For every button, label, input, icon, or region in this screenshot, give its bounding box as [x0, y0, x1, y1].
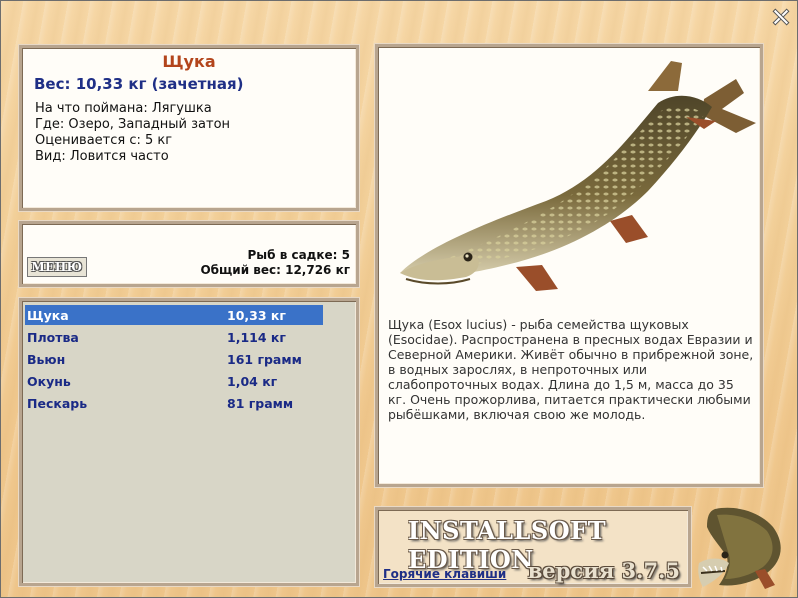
catch-list: Щука 10,33 кг Плотва 1,114 кг Вьюн 161 г…	[18, 297, 360, 587]
fish-description-text: Щука (Esox lucius) - рыба семейства щуко…	[388, 317, 754, 422]
menu-button[interactable]: МЕНЮ	[27, 257, 87, 277]
list-item[interactable]: Щука 10,33 кг	[25, 305, 323, 325]
list-item[interactable]: Вьюн 161 грамм	[25, 349, 323, 369]
version-label: версия 3.7.5	[527, 558, 680, 583]
view-line: Вид: Ловится часто	[35, 149, 169, 164]
location-line: Где: Озеро, Западный затон	[35, 117, 231, 132]
fish-weight-value: 1,114 кг	[227, 329, 286, 345]
fish-name: Пескарь	[27, 395, 88, 411]
catch-info-panel: Щука Вес: 10,33 кг (зачетная) На что пой…	[18, 44, 360, 212]
fish-name: Вьюн	[27, 351, 66, 367]
cage-panel: МЕНЮ Рыб в садке: 5 Общий вес: 12,726 кг	[18, 220, 360, 288]
game-window: Щука Вес: 10,33 кг (зачетная) На что пой…	[0, 0, 798, 598]
fish-count: Рыб в садке: 5	[247, 248, 351, 262]
fish-weight-value: 10,33 кг	[227, 307, 286, 323]
list-item[interactable]: Пескарь 81 грамм	[25, 393, 323, 413]
fish-weight: Вес: 10,33 кг (зачетная)	[34, 75, 244, 93]
pike-fish-illustration	[400, 61, 756, 291]
footer-panel: INSTALLSOFT EDITION Горячие клавиши верс…	[374, 506, 692, 588]
fish-name: Окунь	[27, 373, 71, 389]
fish-name: Щука	[27, 307, 69, 323]
hotkeys-link[interactable]: Горячие клавиши	[383, 567, 506, 581]
fish-weight-value: 81 грамм	[227, 395, 294, 411]
close-icon[interactable]	[773, 9, 789, 25]
list-item[interactable]: Окунь 1,04 кг	[25, 371, 323, 391]
fish-title: Щука	[162, 52, 216, 71]
fish-name: Плотва	[27, 329, 79, 345]
list-item[interactable]: Плотва 1,114 кг	[25, 327, 323, 347]
bait-line: На что поймана: Лягушка	[35, 101, 212, 116]
valued-line: Оценивается с: 5 кг	[35, 133, 173, 148]
pike-logo-icon	[698, 507, 781, 589]
fish-weight-value: 161 грамм	[227, 351, 302, 367]
total-weight: Общий вес: 12,726 кг	[200, 263, 350, 277]
fish-weight-value: 1,04 кг	[227, 373, 278, 389]
fish-description-panel: Щука (Esox lucius) - рыба семейства щуко…	[374, 43, 764, 488]
